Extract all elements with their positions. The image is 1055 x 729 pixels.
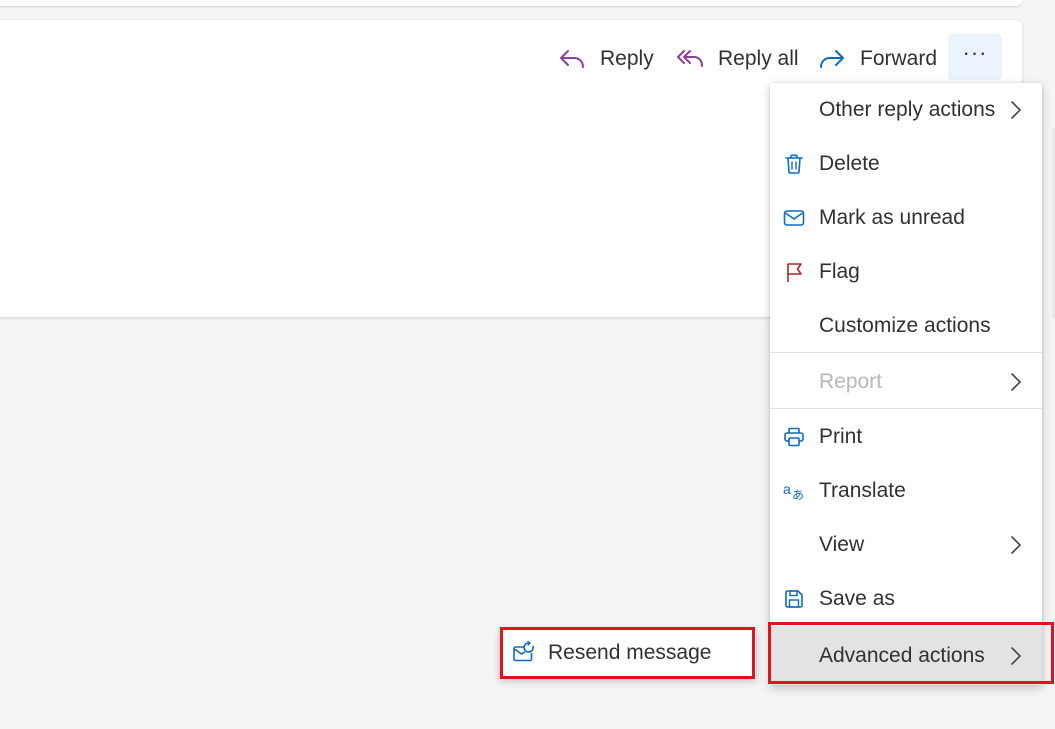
- save-icon: [782, 587, 806, 611]
- translate-icon: a あ: [782, 479, 806, 503]
- menu-item-delete[interactable]: Delete: [770, 137, 1042, 191]
- menu-item-label: Print: [819, 425, 863, 448]
- outlook-reading-pane: Reply Reply all Forward ··· Other reply …: [0, 0, 1055, 729]
- menu-item-view[interactable]: View: [770, 518, 1042, 572]
- menu-item-label: Customize actions: [819, 314, 991, 337]
- forward-button[interactable]: Forward: [818, 40, 937, 78]
- menu-item-label: Report: [819, 370, 883, 393]
- menu-item-label: View: [819, 533, 865, 556]
- chevron-right-icon: [1011, 536, 1021, 554]
- highlight-box-advanced-actions: [768, 622, 1054, 684]
- menu-item-report[interactable]: Report: [770, 355, 1042, 409]
- menu-item-translate[interactable]: a あ Translate: [770, 464, 1042, 518]
- more-actions-icon: ···: [962, 40, 988, 65]
- menu-item-mark-as-unread[interactable]: Mark as unread: [770, 191, 1042, 245]
- menu-item-flag[interactable]: Flag: [770, 245, 1042, 299]
- trash-icon: [782, 152, 806, 176]
- reply-icon: [560, 50, 584, 68]
- reply-all-label: Reply all: [718, 47, 799, 70]
- right-edge: [1040, 0, 1055, 729]
- chevron-right-icon: [1011, 101, 1021, 119]
- menu-item-label: Other reply actions: [819, 98, 996, 121]
- reply-button[interactable]: Reply: [558, 40, 654, 78]
- menu-item-label: Translate: [819, 479, 906, 502]
- menu-item-other-reply-actions[interactable]: Other reply actions: [770, 83, 1042, 137]
- svg-text:a: a: [783, 481, 791, 497]
- menu-item-label: Mark as unread: [819, 206, 965, 229]
- chevron-right-icon: [1011, 373, 1021, 391]
- reply-label: Reply: [600, 47, 654, 70]
- menu-item-label: Flag: [819, 260, 860, 283]
- menu-item-save-as[interactable]: Save as: [770, 572, 1042, 626]
- reply-all-icon: [677, 50, 703, 67]
- flag-icon: [782, 260, 806, 284]
- more-actions-button[interactable]: ···: [948, 34, 1002, 80]
- forward-icon: [820, 50, 844, 68]
- menu-item-label: Delete: [819, 152, 880, 175]
- svg-text:あ: あ: [792, 488, 804, 502]
- more-actions-menu: Other reply actions Delete Mark as unrea…: [770, 83, 1042, 685]
- printer-icon: [782, 425, 806, 449]
- menu-divider: [770, 352, 1042, 353]
- envelope-icon: [782, 206, 806, 230]
- highlight-box-resend-message: [500, 627, 755, 679]
- menu-item-print[interactable]: Print: [770, 410, 1042, 464]
- menu-divider: [770, 408, 1042, 409]
- menu-item-customize-actions[interactable]: Customize actions: [770, 299, 1042, 353]
- forward-label: Forward: [860, 47, 938, 70]
- previous-message-card: [0, 0, 1022, 6]
- menu-item-label: Save as: [819, 587, 895, 610]
- reply-all-button[interactable]: Reply all: [676, 40, 799, 78]
